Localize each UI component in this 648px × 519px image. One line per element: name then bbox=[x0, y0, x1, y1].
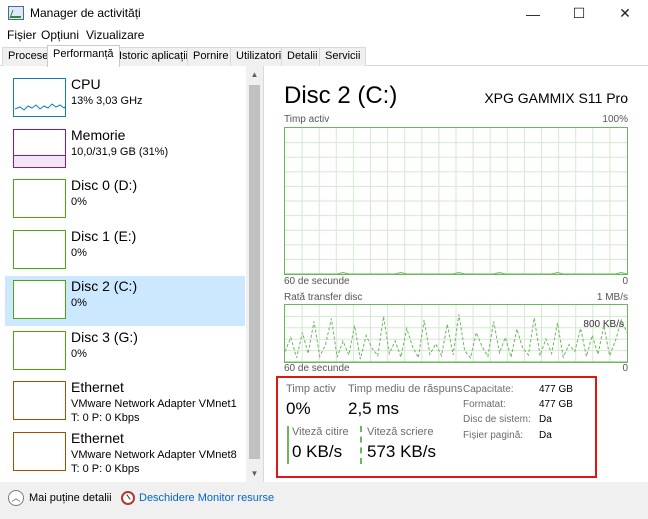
resource-name: CPU bbox=[71, 76, 101, 92]
resource-name: Disc 0 (D:) bbox=[71, 177, 138, 193]
menu-options[interactable]: Opțiuni bbox=[41, 28, 79, 42]
resource-value: 10,0/31,9 GB (31%) bbox=[71, 145, 169, 158]
fewer-details-link[interactable]: Mai puține detalii bbox=[29, 492, 112, 504]
maximize-icon: ☐ bbox=[572, 5, 586, 21]
system-disk-key: Disc de sistem: bbox=[463, 414, 531, 425]
minimize-icon: — bbox=[526, 5, 540, 22]
disk-stats-panel: Timp activ 0% Timp mediu de răspuns 2,5 … bbox=[276, 376, 597, 478]
resource-item[interactable]: Ethernet VMware Network Adapter VMnet8 T: … bbox=[5, 428, 245, 478]
resource-name: Ethernet bbox=[71, 379, 124, 395]
resource-thumbnail bbox=[13, 330, 66, 370]
open-resource-monitor-link[interactable]: Deschidere Monitor resurse bbox=[139, 492, 274, 504]
resource-thumbnail bbox=[13, 229, 66, 269]
minimize-button[interactable]: — bbox=[510, 0, 556, 27]
footer-bar: ︿ Mai puține detalii Deschidere Monitor … bbox=[0, 482, 648, 519]
tab-services[interactable]: Servicii bbox=[319, 47, 367, 66]
avg-response-label: Timp mediu de răspuns bbox=[348, 383, 463, 395]
scroll-thumb[interactable] bbox=[249, 85, 260, 459]
resource-item[interactable]: Disc 1 (E:) 0% bbox=[5, 226, 245, 276]
resource-item[interactable]: CPU 13% 3,03 GHz bbox=[5, 74, 245, 124]
transfer-rate-graph-svg bbox=[284, 305, 628, 363]
active-time-graph bbox=[284, 127, 628, 275]
title-bar: Manager de activități — ☐ ✕ bbox=[0, 0, 648, 27]
transfer-rate-graph: 800 KB/s bbox=[284, 304, 628, 363]
tab-app-history[interactable]: Istoric aplicații bbox=[113, 47, 195, 66]
formatted-value: 477 GB bbox=[539, 399, 573, 410]
resource-monitor-icon[interactable] bbox=[121, 491, 135, 505]
resource-value: 0% bbox=[71, 297, 87, 309]
resource-item[interactable]: Disc 0 (D:) 0% bbox=[5, 175, 245, 225]
transfer-graph-time-label: 60 de secunde bbox=[284, 363, 350, 374]
resource-item[interactable]: Disc 3 (G:) 0% bbox=[5, 327, 245, 377]
active-time-graph-label: Timp activ bbox=[284, 114, 330, 125]
resource-throughput: T: 0 P: 0 Kbps bbox=[71, 462, 140, 475]
write-speed-value: 573 KB/s bbox=[367, 442, 436, 461]
resource-thumbnail bbox=[13, 381, 66, 420]
resource-value: VMware Network Adapter VMnet8 bbox=[71, 448, 237, 461]
resource-name: Disc 3 (G:) bbox=[71, 328, 138, 345]
tab-details[interactable]: Detalii bbox=[281, 47, 324, 66]
resource-value: VMware Network Adapter VMnet1 bbox=[71, 398, 237, 410]
system-disk-value: Da bbox=[539, 414, 552, 425]
read-speed-value: 0 KB/s bbox=[292, 442, 343, 461]
resource-throughput: T: 0 P: 0 Kbps bbox=[71, 412, 140, 424]
disk-model: XPG GAMMIX S11 Pro bbox=[484, 90, 628, 106]
resource-name: Disc 1 (E:) bbox=[71, 227, 137, 244]
disk-title: Disc 2 (C:) bbox=[284, 82, 398, 109]
active-time-graph-time-label: 60 de secunde bbox=[284, 276, 350, 287]
active-time-label: Timp activ bbox=[286, 383, 336, 395]
task-manager-icon bbox=[8, 6, 24, 20]
close-button[interactable]: ✕ bbox=[602, 0, 648, 27]
capacity-key: Capacitate: bbox=[463, 384, 514, 395]
window-title: Manager de activități bbox=[30, 6, 141, 20]
menu-file[interactable]: Fișier bbox=[7, 28, 36, 42]
transfer-graph-max: 1 MB/s bbox=[596, 292, 628, 303]
formatted-key: Formatat: bbox=[463, 399, 506, 410]
resource-item[interactable]: Ethernet VMware Network Adapter VMnet1 T: … bbox=[5, 377, 245, 427]
resource-thumbnail bbox=[13, 128, 66, 168]
scroll-up-icon[interactable]: ▲ bbox=[246, 66, 263, 83]
page-file-value: Da bbox=[539, 430, 552, 441]
resource-item[interactable]: Memorie 10,0/31,9 GB (31%) bbox=[5, 125, 245, 175]
resource-thumbnail bbox=[13, 78, 67, 117]
tab-startup[interactable]: Pornire bbox=[187, 47, 235, 66]
page-file-key: Fișier pagină: bbox=[463, 430, 524, 441]
resource-item[interactable]: Disc 2 (C:) 0% bbox=[5, 276, 245, 326]
resource-value: 13% 3,03 GHz bbox=[71, 95, 143, 107]
transfer-scale-label: 800 KB/s bbox=[583, 319, 624, 330]
active-time-graph-svg bbox=[285, 128, 628, 275]
tab-strip: Procese Performanță Istoric aplicații Po… bbox=[0, 45, 648, 67]
transfer-graph-min: 0 bbox=[622, 363, 628, 374]
resource-name: Disc 2 (C:) bbox=[71, 278, 138, 294]
scroll-down-icon[interactable]: ▼ bbox=[246, 465, 263, 482]
memory-usage-fill bbox=[14, 155, 65, 167]
resource-name: Memorie bbox=[71, 126, 126, 143]
transfer-graph-label: Rată transfer disc bbox=[284, 292, 363, 303]
resource-value: 0% bbox=[71, 347, 87, 360]
active-time-value: 0% bbox=[286, 399, 311, 418]
resource-value: 0% bbox=[71, 196, 87, 208]
avg-response-value: 2,5 ms bbox=[348, 399, 400, 418]
chevron-up-icon[interactable]: ︿ bbox=[8, 490, 24, 506]
active-time-graph-max: 100% bbox=[602, 114, 628, 125]
tab-users[interactable]: Utilizatori bbox=[230, 47, 288, 66]
tab-performance[interactable]: Performanță bbox=[47, 45, 120, 67]
resource-thumbnail bbox=[13, 431, 66, 471]
read-speed-marker bbox=[287, 426, 289, 464]
resource-thumbnail bbox=[13, 280, 66, 319]
resource-name: Ethernet bbox=[71, 429, 124, 446]
resource-value: 0% bbox=[71, 246, 87, 259]
resource-list-scrollbar[interactable]: ▲ ▼ bbox=[246, 66, 263, 482]
capacity-value: 477 GB bbox=[539, 384, 573, 395]
maximize-button[interactable]: ☐ bbox=[556, 0, 602, 27]
active-time-graph-min: 0 bbox=[622, 276, 628, 287]
resource-list: CPU 13% 3,03 GHz Memorie 10,0/31,9 GB (31%)… bbox=[0, 66, 264, 482]
write-speed-marker bbox=[360, 426, 362, 464]
menu-bar: Fișier Opțiuni Vizualizare bbox=[0, 27, 648, 45]
resource-thumbnail bbox=[13, 179, 66, 218]
read-speed-label: Viteză citire bbox=[292, 426, 349, 438]
menu-view[interactable]: Vizualizare bbox=[86, 28, 144, 42]
write-speed-label: Viteză scriere bbox=[367, 426, 434, 438]
close-icon: ✕ bbox=[619, 5, 631, 21]
